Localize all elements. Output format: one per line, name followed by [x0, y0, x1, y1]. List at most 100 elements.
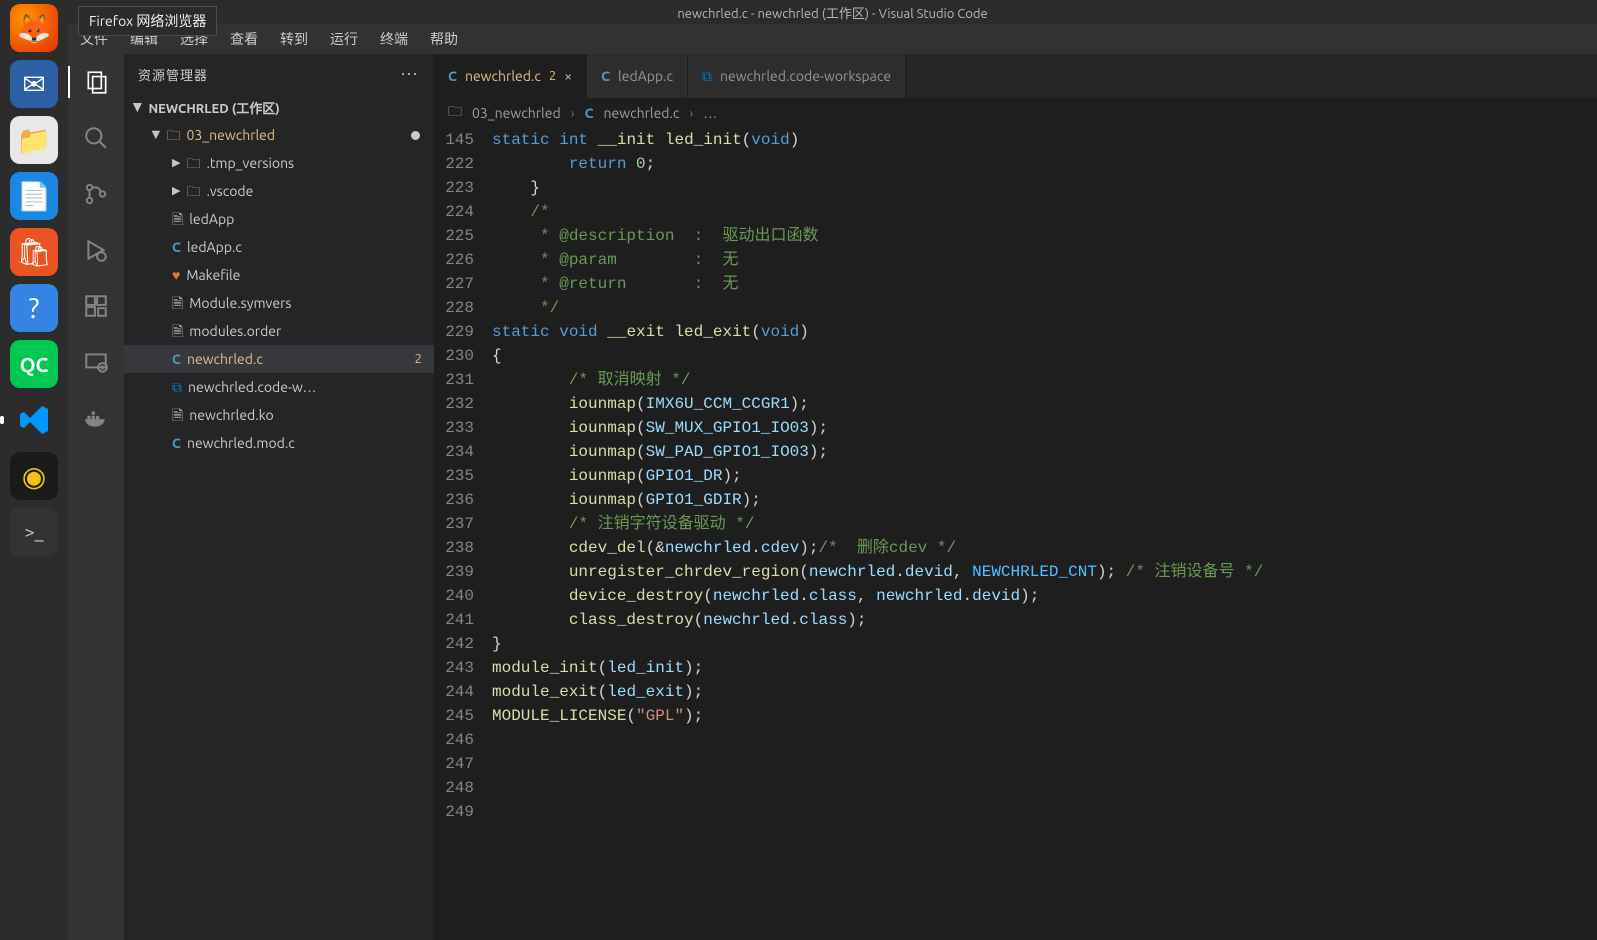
dock-terminal-icon[interactable]: >_ — [10, 508, 58, 556]
breadcrumb[interactable]: 🗀 03_newchrled › C newchrled.c › … — [434, 98, 1597, 128]
folder-icon: 🗀 — [448, 101, 462, 125]
window-title-text: newchrled.c - newchrled (工作区) - Visual S… — [677, 3, 987, 22]
makefile-icon: ♥ — [172, 261, 180, 289]
dock-files-icon[interactable]: 📁 — [10, 116, 58, 164]
file-label: ledApp.c — [187, 233, 242, 261]
file-label: Makefile — [186, 261, 240, 289]
breadcrumb-file: newchrled.c — [604, 105, 680, 121]
chevron-right-icon: › — [571, 105, 575, 121]
workspace-header[interactable]: ▶ NEWCHRLED (工作区) — [124, 94, 434, 121]
code-editor[interactable]: 1452222232242252262272282292302312322332… — [434, 128, 1597, 940]
file-label: Module.symvers — [189, 289, 291, 317]
tab-label: newchrled.c — [465, 68, 541, 84]
file-row[interactable]: ⧉newchrled.code-w… — [124, 373, 434, 401]
dock-qc-icon[interactable]: QC — [10, 340, 58, 388]
dock-help-icon[interactable]: ? — [10, 284, 58, 332]
dock-software-icon[interactable]: 🛍 — [10, 228, 58, 276]
file-row[interactable]: Cnewchrled.c 2 — [124, 345, 434, 373]
file-row[interactable]: 🗎Module.symvers — [124, 289, 434, 317]
c-file-icon: C — [172, 233, 181, 261]
file-label: modules.order — [189, 317, 281, 345]
file-icon: 🗎 — [172, 401, 183, 429]
file-label: .vscode — [206, 177, 253, 205]
c-file-icon: C — [448, 68, 457, 84]
file-label: newchrled.mod.c — [187, 429, 295, 457]
explorer-sidebar: 资源管理器 ⋯ ▶ NEWCHRLED (工作区) ▶ 🗀 03_newchrl… — [124, 54, 434, 940]
menu-item[interactable]: 帮助 — [430, 29, 458, 49]
dock-vscode-icon[interactable] — [10, 396, 58, 444]
firefox-tooltip: Firefox 网络浏览器 — [78, 6, 217, 36]
editor-tab[interactable]: ⧉ newchrled.code-workspace — [688, 54, 906, 98]
file-row[interactable]: 🗎ledApp — [124, 205, 434, 233]
c-file-icon: C — [172, 345, 181, 373]
file-label: newchrled.ko — [189, 401, 273, 429]
explorer-icon[interactable] — [68, 66, 124, 98]
window-titlebar: newchrled.c - newchrled (工作区) - Visual S… — [68, 0, 1597, 24]
file-icon: 🗎 — [172, 205, 183, 233]
line-number-gutter: 1452222232242252262272282292302312322332… — [434, 128, 492, 940]
file-icon: 🗎 — [172, 317, 183, 345]
c-file-icon: C — [601, 68, 610, 84]
sidebar-title: 资源管理器 — [138, 65, 208, 84]
file-icon: 🗎 — [172, 289, 183, 317]
search-icon[interactable] — [80, 122, 112, 154]
tab-label: newchrled.code-workspace — [720, 68, 891, 84]
file-label: ledApp — [189, 205, 234, 233]
dock-thunderbird-icon[interactable]: ✉ — [10, 60, 58, 108]
file-row[interactable]: Cnewchrled.mod.c — [124, 429, 434, 457]
remote-explorer-icon[interactable] — [80, 346, 112, 378]
run-debug-icon[interactable] — [80, 234, 112, 266]
c-file-icon: C — [585, 105, 594, 121]
file-row[interactable]: 🗎modules.order — [124, 317, 434, 345]
file-row[interactable]: 🗎newchrled.ko — [124, 401, 434, 429]
vscode-window: newchrled.c - newchrled (工作区) - Visual S… — [68, 0, 1597, 940]
menu-item[interactable]: 终端 — [380, 29, 408, 49]
dock-writer-icon[interactable]: 📄 — [10, 172, 58, 220]
sidebar-more-icon[interactable]: ⋯ — [400, 64, 420, 85]
folder-row[interactable]: ▶🗀.vscode — [124, 177, 434, 205]
ubuntu-dock: 🦊 ✉ 📁 📄 🛍 ? QC ◉ >_ — [0, 0, 68, 940]
code-content[interactable]: static int __init led_init(void) return … — [492, 128, 1597, 940]
file-label: .tmp_versions — [206, 149, 294, 177]
workspace-icon: ⧉ — [702, 68, 712, 85]
unsaved-dot-icon — [411, 131, 420, 140]
c-file-icon: C — [172, 429, 181, 457]
extensions-icon[interactable] — [80, 290, 112, 322]
editor-area: Cnewchrled.c 2 × CledApp.c ⧉ newchrled.code-w… — [434, 54, 1597, 940]
close-icon[interactable]: × — [564, 68, 572, 84]
dock-sound-icon[interactable]: ◉ — [10, 452, 58, 500]
file-label: newchrled.c — [187, 345, 263, 373]
folder-label: 03_newchrled — [186, 121, 275, 149]
editor-tab[interactable]: Cnewchrled.c 2 × — [434, 54, 587, 98]
menu-item[interactable]: 转到 — [280, 29, 308, 49]
tab-label: ledApp.c — [618, 68, 673, 84]
folder-icon: 🗀 — [186, 149, 200, 177]
menu-item[interactable]: 运行 — [330, 29, 358, 49]
chevron-down-icon: ▶ — [132, 103, 145, 111]
workspace-icon: ⧉ — [172, 373, 182, 401]
docker-icon[interactable] — [80, 402, 112, 434]
chevron-down-icon: ▶ — [142, 131, 170, 139]
tab-problems-count: 2 — [549, 69, 556, 83]
folder-row[interactable]: ▶ 🗀 03_newchrled — [124, 121, 434, 149]
menu-item[interactable]: 查看 — [230, 29, 258, 49]
dock-firefox-icon[interactable]: 🦊 — [10, 4, 58, 52]
file-tree: ▶ 🗀 03_newchrled ▶🗀.tmp_versions▶🗀.vscod… — [124, 121, 434, 457]
source-control-icon[interactable] — [80, 178, 112, 210]
activity-bar — [68, 54, 124, 940]
folder-icon: 🗀 — [186, 177, 200, 205]
file-label: newchrled.code-w… — [188, 373, 316, 401]
breadcrumb-more: … — [703, 105, 717, 121]
chevron-right-icon: › — [689, 105, 693, 121]
folder-row[interactable]: ▶🗀.tmp_versions — [124, 149, 434, 177]
file-row[interactable]: ♥Makefile — [124, 261, 434, 289]
menubar: 文件编辑选择查看转到运行终端帮助 — [68, 24, 1597, 54]
file-row[interactable]: CledApp.c — [124, 233, 434, 261]
workspace-name: NEWCHRLED (工作区) — [148, 98, 279, 117]
breadcrumb-folder: 03_newchrled — [472, 105, 561, 121]
chevron-right-icon: ▶ — [172, 149, 180, 177]
tabs-bar: Cnewchrled.c 2 × CledApp.c ⧉ newchrled.code-w… — [434, 54, 1597, 98]
chevron-right-icon: ▶ — [172, 177, 180, 205]
problems-badge: 2 — [415, 345, 422, 373]
editor-tab[interactable]: CledApp.c — [587, 54, 688, 98]
